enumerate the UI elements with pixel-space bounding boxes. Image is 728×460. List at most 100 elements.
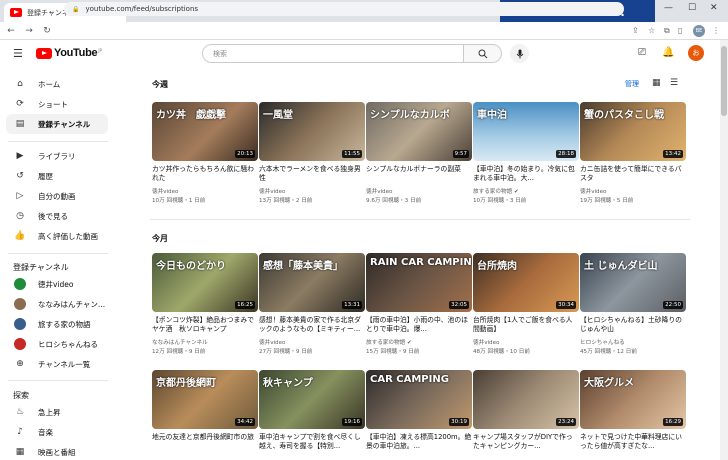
sidebar-item-shorts[interactable]: ⟳ ショート xyxy=(6,94,108,114)
sidebar-channel-tokui[interactable]: 徳井video xyxy=(6,274,108,294)
video-card[interactable]: 今日ものどかり 16:25 【ポンコツ炸裂】絶品おつまみでヤケ酒 秋ソロキャンプなな… xyxy=(152,253,258,355)
video-card[interactable]: 車中泊 28:18 【車中泊】冬の始まり。冷気に包まれる車中泊。大... 旅する家の物… xyxy=(473,102,579,204)
sidebar-channel-hiroshi[interactable]: ヒロシちゃんねる xyxy=(6,334,108,354)
video-channel[interactable]: 徳井video xyxy=(259,338,365,346)
channel-name[interactable]: 徳井video xyxy=(366,189,392,195)
video-card[interactable]: 大阪グルメ 16:29 ネットで見つけた中華料理店にいったら値が高すぎたな... xyxy=(580,370,686,451)
sidebar-item-library[interactable]: ▶ ライブラリ xyxy=(6,146,108,166)
forward-icon[interactable]: → xyxy=(22,26,36,36)
sidebar-channel-nanamihan[interactable]: ななみはんチャン... xyxy=(6,294,108,314)
sidebar-item-music[interactable]: ♪ 音楽 xyxy=(6,422,108,442)
video-thumbnail[interactable]: カツ丼 戯戯撃 20:13 xyxy=(152,102,258,161)
browser-menu-icon[interactable]: ⋮ xyxy=(712,26,720,35)
youtube-logo[interactable]: YouTube JP xyxy=(36,47,102,59)
video-title[interactable]: 感想！藤本美貴の家で作る北京ダックのようなもの【ミキティー... xyxy=(259,316,365,334)
share-icon[interactable]: ⇪ xyxy=(632,26,639,35)
video-title[interactable]: 地元の友達と京都丹後網町市の旅 xyxy=(152,433,258,451)
sidebar-channel-tabisuru[interactable]: 旅する家の物語 xyxy=(6,314,108,334)
video-channel[interactable]: 徳井video xyxy=(152,187,258,195)
search-input[interactable]: 検索 xyxy=(202,44,464,63)
channel-name[interactable]: 徳井video xyxy=(259,340,285,346)
video-channel[interactable]: 徳井video xyxy=(473,338,579,346)
sidebar-item-trending[interactable]: ♨ 急上昇 xyxy=(6,402,108,422)
minimize-icon[interactable]: — xyxy=(664,3,673,13)
video-title[interactable]: 【雨の車中泊】小雨の中、池のほとりで車中泊。爆... xyxy=(366,316,472,334)
channel-name[interactable]: ヒロシちゃんねる xyxy=(580,340,625,346)
video-title[interactable]: カツ丼作ったらもちろん飲に騒われた xyxy=(152,165,258,183)
video-thumbnail[interactable]: 大阪グルメ 16:29 xyxy=(580,370,686,429)
video-title[interactable]: 六本木でラーメンを食べる独身男性 xyxy=(259,165,365,183)
sidebar-item-liked-videos[interactable]: 👍 高く評価した動画 xyxy=(6,226,108,246)
manage-link[interactable]: 管理 xyxy=(625,79,639,89)
video-title[interactable]: キャンプ場スタッフがDIYで作ったキャンピングカー... xyxy=(473,433,579,451)
video-channel[interactable]: ななみはんチャンネル xyxy=(152,338,258,346)
video-thumbnail[interactable]: 23:24 xyxy=(473,370,579,429)
video-title[interactable]: シンプルなカルボナーラの副菜 xyxy=(366,165,472,183)
video-title[interactable]: 車中泊キャンプで割を食べ尽くし越え、寿司を握る【特別... xyxy=(259,433,365,451)
video-title[interactable]: ネットで見つけた中華料理店にいったら値が高すぎたな... xyxy=(580,433,686,451)
sidebar-item-history[interactable]: ↺ 履歴 xyxy=(6,166,108,186)
maximize-icon[interactable]: ☐ xyxy=(688,3,696,13)
video-title[interactable]: 台所焼肉【1人でご飯を食べる人間動画】 xyxy=(473,316,579,334)
video-card[interactable]: 土 じゅんダビ山 22:50 【ヒロシちゃんねる】土砂降りのじゅんや山ヒロシちゃんね… xyxy=(580,253,686,355)
video-channel[interactable]: 徳井video xyxy=(366,187,472,195)
sidebar-item-watch-later[interactable]: ◷ 後で見る xyxy=(6,206,108,226)
video-card[interactable]: 秋キャンプ 19:16 車中泊キャンプで割を食べ尽くし越え、寿司を握る【特別... xyxy=(259,370,365,451)
video-thumbnail[interactable]: 土 じゅんダビ山 22:50 xyxy=(580,253,686,312)
close-window-icon[interactable]: ✕ xyxy=(710,3,718,13)
sidebar-item-all-channels[interactable]: ⊕ チャンネル一覧 xyxy=(6,354,108,374)
browser-profile-avatar[interactable]: BE xyxy=(693,25,705,37)
channel-name[interactable]: 旅する家の物語 xyxy=(473,189,512,195)
video-title[interactable]: 【車中泊】凍える標高1200m。絶景の車中泊旅。... xyxy=(366,433,472,451)
video-card[interactable]: 一風堂 11:55 六本木でラーメンを食べる独身男性 徳井video 13万 回視聴・2… xyxy=(259,102,365,204)
video-card[interactable]: CAR CAMPING 30:19 【車中泊】凍える標高1200m。絶景の車中泊旅。… xyxy=(366,370,472,451)
sidebar-item-home[interactable]: ⌂ ホーム xyxy=(6,74,108,94)
channel-name[interactable]: ななみはんチャンネル xyxy=(152,340,208,346)
url-field[interactable]: 🔒 youtube.com/feed/subscriptions xyxy=(64,2,624,16)
video-title[interactable]: カニ缶詰を使って簡単にできるパスタ xyxy=(580,165,686,183)
notifications-bell-icon[interactable]: 🔔 xyxy=(662,47,674,58)
video-thumbnail[interactable]: 一風堂 11:55 xyxy=(259,102,365,161)
scrollbar-thumb[interactable] xyxy=(721,46,727,116)
channel-name[interactable]: 徳井video xyxy=(580,189,606,195)
channel-name[interactable]: 徳井video xyxy=(473,340,499,346)
channel-name[interactable]: 徳井video xyxy=(259,189,285,195)
back-icon[interactable]: ← xyxy=(4,26,18,36)
reload-icon[interactable]: ↻ xyxy=(40,26,54,36)
sidebar-item-movies[interactable]: ▦ 映画と番組 xyxy=(6,442,108,460)
video-card[interactable]: 蟹のパスタこし戦 13:42 カニ缶詰を使って簡単にできるパスタ 徳井video 19万… xyxy=(580,102,686,204)
video-thumbnail[interactable]: 今日ものどかり 16:25 xyxy=(152,253,258,312)
voice-search-button[interactable] xyxy=(510,44,529,63)
extensions-icon[interactable]: ⧉ xyxy=(664,26,670,36)
video-thumbnail[interactable]: CAR CAMPING 30:19 xyxy=(366,370,472,429)
sidepanel-icon[interactable]: ▯ xyxy=(678,26,682,35)
video-title[interactable]: 【車中泊】冬の始まり。冷気に包まれる車中泊。大... xyxy=(473,165,579,183)
sidebar-item-your-videos[interactable]: ▷ 自分の動画 xyxy=(6,186,108,206)
video-title[interactable]: 【ヒロシちゃんねる】土砂降りのじゅんや山 xyxy=(580,316,686,334)
grid-view-icon[interactable]: ▦ xyxy=(652,78,661,88)
channel-name[interactable]: 徳井video xyxy=(152,189,178,195)
video-title[interactable]: 【ポンコツ炸裂】絶品おつまみでヤケ酒 秋ソロキャンプ xyxy=(152,316,258,334)
video-card[interactable]: 台所焼肉 30:34 台所焼肉【1人でご飯を食べる人間動画】 徳井video 48万 回… xyxy=(473,253,579,355)
page-scrollbar[interactable] xyxy=(720,40,728,460)
create-video-icon[interactable]: ⎚ xyxy=(638,47,646,58)
channel-name[interactable]: 旅する家の物語 xyxy=(366,340,405,346)
video-card[interactable]: 京都丹後網町 34:42 地元の友達と京都丹後網町市の旅 xyxy=(152,370,258,451)
video-channel[interactable]: 旅する家の物語 ✔ xyxy=(473,187,579,195)
list-view-icon[interactable]: ☰ xyxy=(670,78,678,88)
video-thumbnail[interactable]: 蟹のパスタこし戦 13:42 xyxy=(580,102,686,161)
video-thumbnail[interactable]: 京都丹後網町 34:42 xyxy=(152,370,258,429)
sidebar-item-subscriptions[interactable]: ▤ 登録チャンネル xyxy=(6,114,108,134)
video-card[interactable]: RAIN CAR CAMPIN 32:05 【雨の車中泊】小雨の中、池のほとりで車中… xyxy=(366,253,472,355)
video-channel[interactable]: 旅する家の物語 ✔ xyxy=(366,338,472,346)
hamburger-menu-icon[interactable]: ☰ xyxy=(13,47,23,60)
search-button[interactable] xyxy=(464,44,502,63)
video-thumbnail[interactable]: 秋キャンプ 19:16 xyxy=(259,370,365,429)
video-thumbnail[interactable]: 感想「藤本美貴」 13:31 xyxy=(259,253,365,312)
video-card[interactable]: 23:24 キャンプ場スタッフがDIYで作ったキャンピングカー... xyxy=(473,370,579,451)
video-card[interactable]: シンプルなカルボ 9:57 シンプルなカルボナーラの副菜 徳井video 9.6万 回視… xyxy=(366,102,472,204)
bookmark-star-icon[interactable]: ☆ xyxy=(648,26,655,35)
video-card[interactable]: カツ丼 戯戯撃 20:13 カツ丼作ったらもちろん飲に騒われた 徳井video 10万 … xyxy=(152,102,258,204)
video-thumbnail[interactable]: 車中泊 28:18 xyxy=(473,102,579,161)
account-avatar[interactable]: お xyxy=(688,45,704,61)
